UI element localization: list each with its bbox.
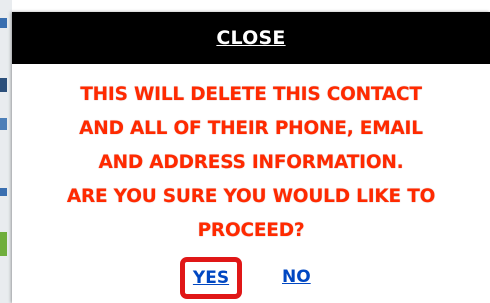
message-line: AND ADDRESS INFORMATION. bbox=[98, 152, 404, 173]
delete-contact-dialog: CLOSE THIS WILL DELETE THIS CONTACT AND … bbox=[12, 12, 490, 303]
message-line: AND ALL OF THEIR PHONE, EMAIL bbox=[79, 118, 423, 139]
background-mark bbox=[0, 78, 7, 92]
yes-highlight-box: YES bbox=[180, 257, 242, 299]
dialog-actions: YES NO bbox=[12, 257, 490, 299]
message-line: PROCEED? bbox=[197, 220, 305, 241]
dialog-header-bar: CLOSE bbox=[12, 12, 490, 64]
background-mark bbox=[0, 232, 7, 256]
no-link[interactable]: NO bbox=[282, 267, 311, 287]
background-mark bbox=[0, 188, 7, 196]
background-mark bbox=[0, 118, 7, 130]
confirmation-message: THIS WILL DELETE THIS CONTACT AND ALL OF… bbox=[12, 78, 490, 248]
message-line: THIS WILL DELETE THIS CONTACT bbox=[80, 84, 422, 105]
page: CLOSE THIS WILL DELETE THIS CONTACT AND … bbox=[0, 0, 490, 303]
background-app-edge bbox=[0, 0, 12, 303]
close-link[interactable]: CLOSE bbox=[216, 27, 285, 49]
background-mark bbox=[0, 18, 7, 28]
message-line: ARE YOU SURE YOU WOULD LIKE TO bbox=[66, 186, 436, 207]
yes-link[interactable]: YES bbox=[193, 268, 229, 288]
